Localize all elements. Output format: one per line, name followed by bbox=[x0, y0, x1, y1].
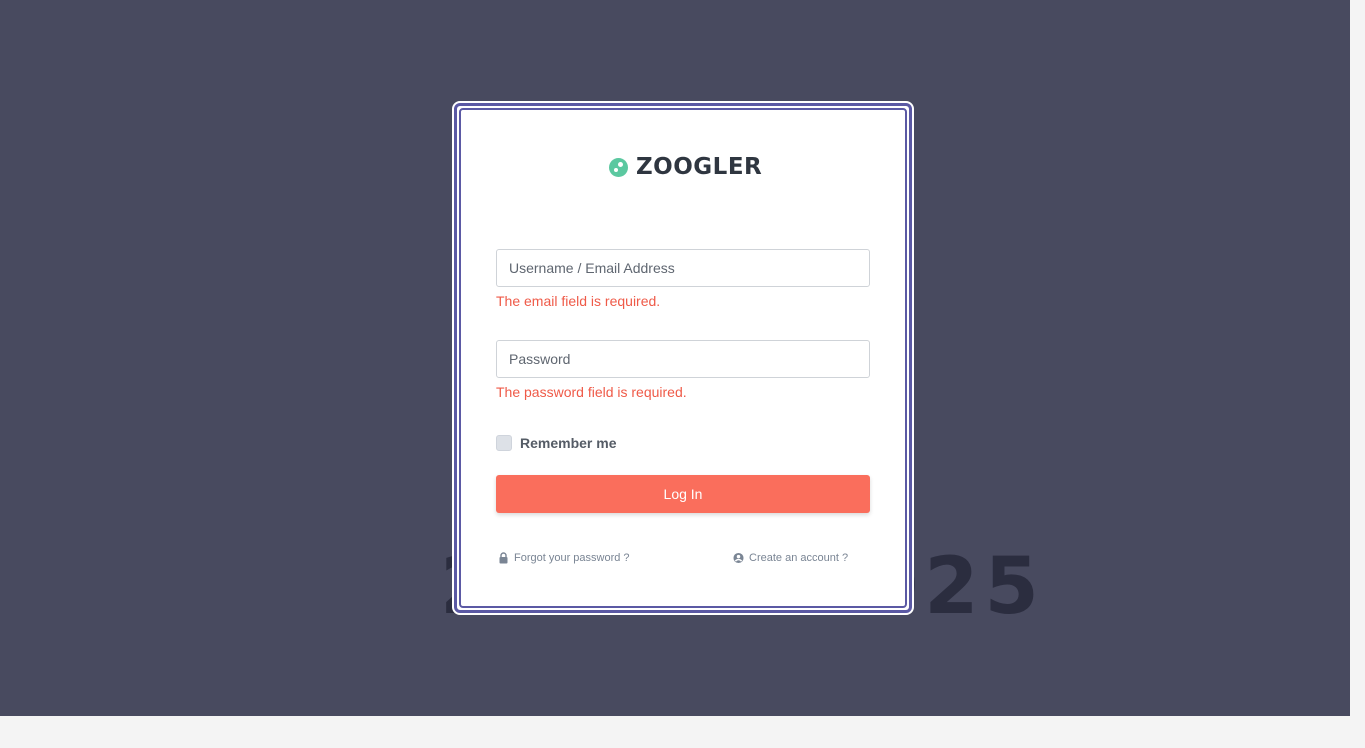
create-account-link[interactable]: Create an account ? bbox=[733, 552, 848, 564]
username-input[interactable] bbox=[496, 249, 870, 287]
forgot-password-label[interactable]: Forgot your password ? bbox=[514, 552, 630, 564]
brand-name: ZOOGLER bbox=[636, 154, 763, 180]
username-error: The email field is required. bbox=[496, 293, 661, 309]
create-account-label[interactable]: Create an account ? bbox=[749, 552, 848, 564]
login-button[interactable]: Log In bbox=[496, 475, 870, 513]
password-error: The password field is required. bbox=[496, 384, 687, 400]
page-scrollbar-track[interactable] bbox=[1350, 0, 1365, 716]
lock-icon bbox=[499, 552, 508, 564]
logo-mark-icon bbox=[609, 157, 628, 177]
user-circle-icon bbox=[733, 552, 744, 564]
forgot-password-link[interactable]: Forgot your password ? bbox=[498, 552, 630, 564]
remember-me-label[interactable]: Remember me bbox=[520, 435, 617, 451]
login-card-inner: ZOOGLER The email field is required. The… bbox=[459, 108, 907, 608]
login-card: ZOOGLER The email field is required. The… bbox=[454, 103, 912, 613]
remember-me-checkbox[interactable] bbox=[496, 435, 512, 451]
remember-me[interactable]: Remember me bbox=[496, 435, 617, 451]
brand-logo[interactable]: ZOOGLER bbox=[609, 154, 762, 180]
password-input[interactable] bbox=[496, 340, 870, 378]
